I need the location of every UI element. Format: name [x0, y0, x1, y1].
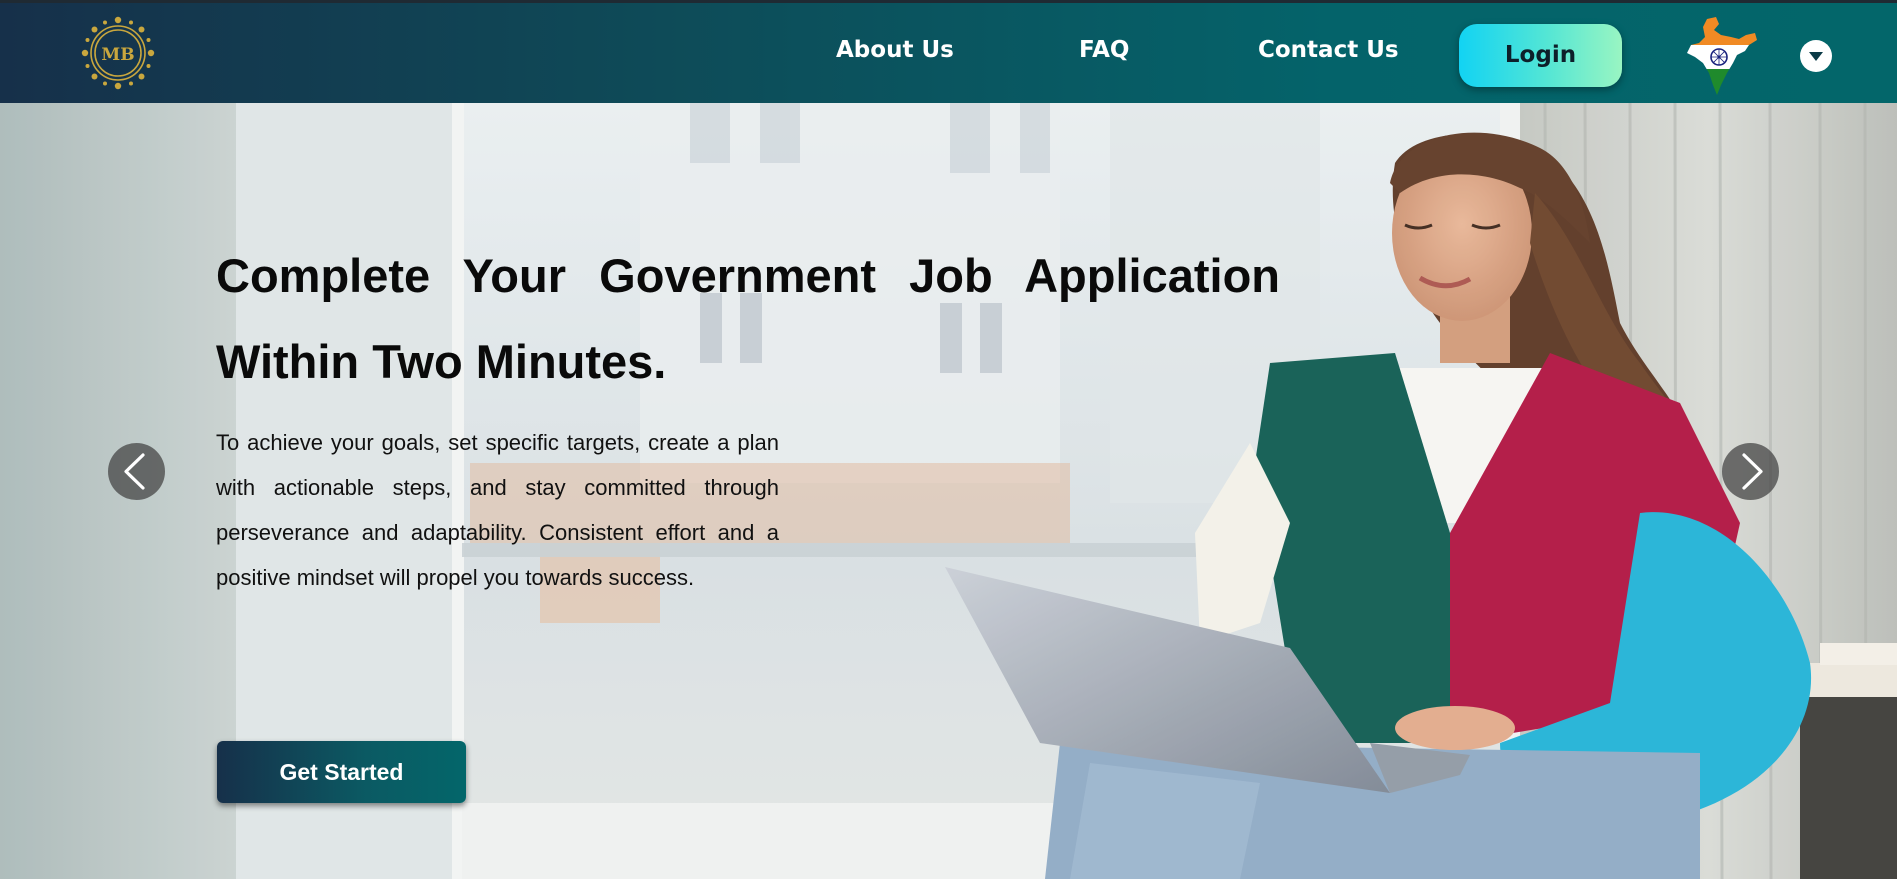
hero-carousel: Complete Your Government Job Application… — [0, 103, 1897, 879]
get-started-button[interactable]: Get Started — [217, 741, 466, 803]
carousel-next-button[interactable] — [1722, 443, 1779, 500]
country-selector[interactable] — [1683, 15, 1759, 97]
mb-emblem-icon: MB — [81, 16, 155, 90]
caret-down-icon — [1809, 52, 1823, 61]
landing-page: MB About Us FAQ Contact Us Login Complet… — [0, 0, 1897, 879]
nav-contact-us[interactable]: Contact Us — [1258, 37, 1399, 63]
hero-description: To achieve your goals, set specific targ… — [216, 430, 779, 590]
nav-faq[interactable]: FAQ — [1079, 37, 1129, 63]
chevron-right-icon — [1742, 453, 1763, 490]
login-button[interactable]: Login — [1459, 24, 1622, 87]
top-navbar: MB About Us FAQ Contact Us Login — [0, 0, 1897, 103]
india-flag-map-icon — [1687, 17, 1757, 95]
country-dropdown-toggle[interactable] — [1800, 40, 1832, 72]
hero-title: Complete Your Government Job Application… — [216, 249, 1280, 388]
logo-text: MB — [101, 45, 134, 65]
chevron-left-icon — [124, 453, 145, 490]
nav-about-us[interactable]: About Us — [836, 37, 954, 63]
carousel-prev-button[interactable] — [108, 443, 165, 500]
mb-logo[interactable]: MB — [78, 13, 158, 93]
